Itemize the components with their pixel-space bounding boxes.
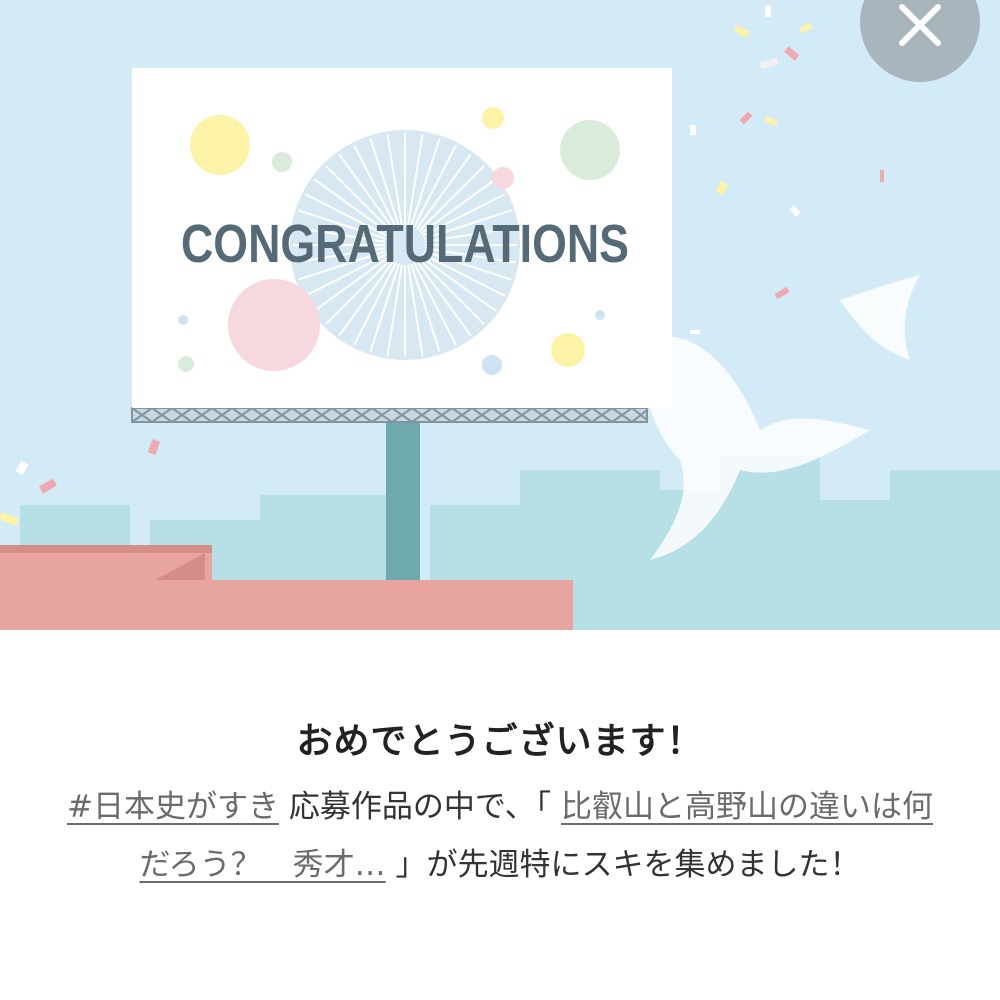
congrats-title: おめでとうございます！ <box>296 721 704 762</box>
hashtag-link[interactable]: #日本史がすき <box>67 789 279 825</box>
billboard-text: CONGRATULATIONS <box>181 214 629 274</box>
billboard-illustration: CONGRATULATIONS <box>0 5 1000 630</box>
close-icon <box>899 4 941 46</box>
message-area: おめでとうございます！ #日本史がすき 応募作品の中で、「 比叡山と高野山の違い… <box>0 630 1000 1000</box>
congrats-modal: CONGRATULATIONS おめでとうございます！ #日本史がすき 応募作品… <box>0 0 1000 1000</box>
congrats-message: #日本史がすき 応募作品の中で、「 比叡山と高野山の違いは何だろう？ 秀才… 」… <box>55 778 945 894</box>
message-text-1: 応募作品の中で、「 <box>288 789 552 825</box>
message-text-2: 」が先週特にスキを集めました！ <box>395 847 861 883</box>
billboard-pole <box>386 415 420 585</box>
hero-illustration: CONGRATULATIONS <box>0 0 1000 630</box>
billboard-truss <box>131 406 648 424</box>
